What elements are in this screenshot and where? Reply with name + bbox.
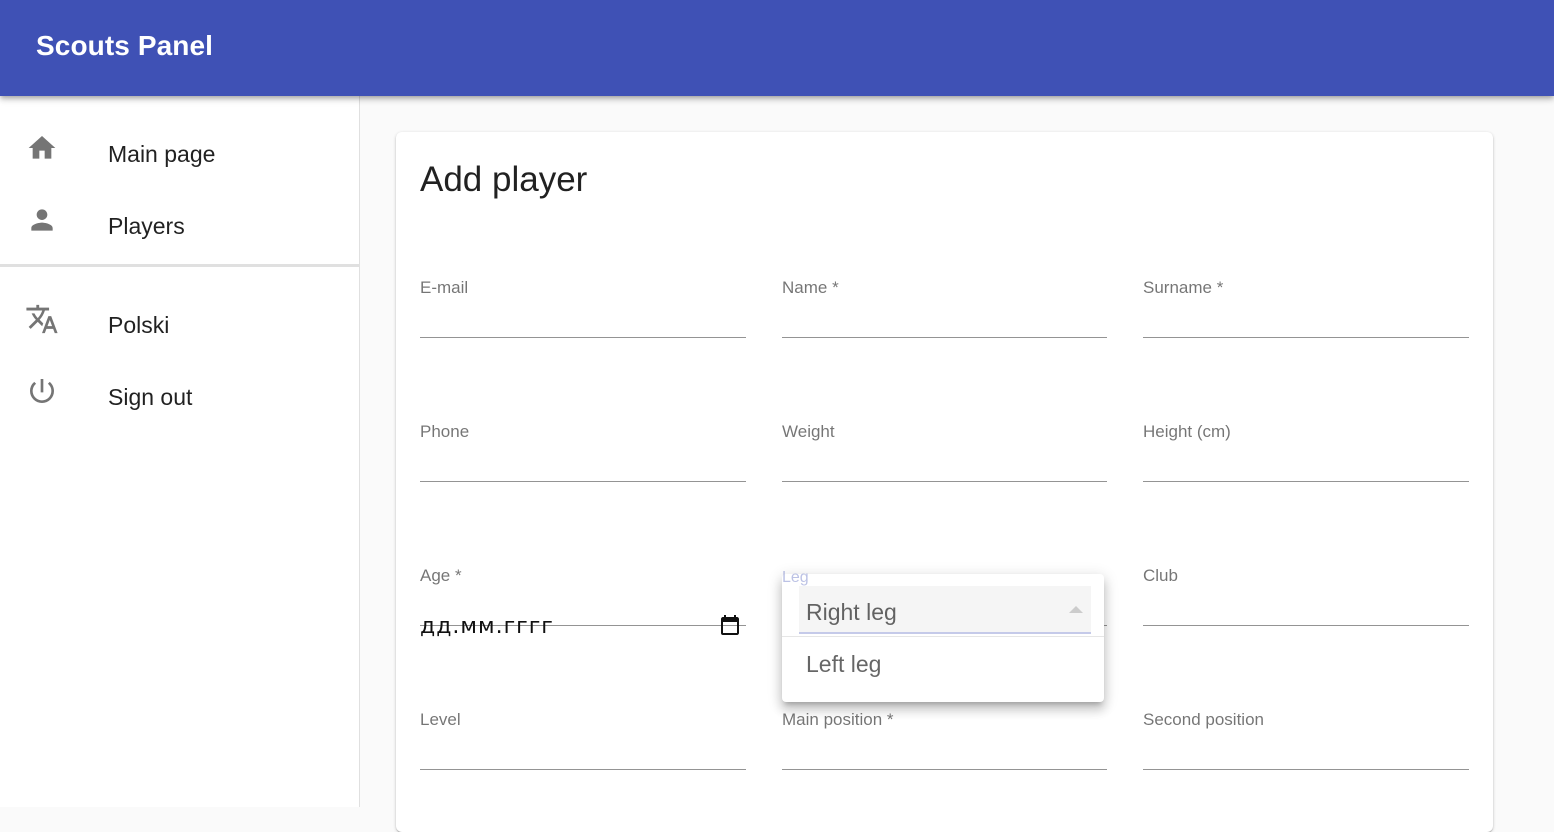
phone-field: Phone [420,422,746,492]
height-field: Height (cm) [1143,422,1469,492]
sidebar-item-language[interactable]: Polski [0,279,359,351]
field-label: Weight [782,422,835,441]
sidebar-item-label: Polski [108,312,170,338]
sidebar-item-sign-out[interactable]: Sign out [0,351,359,423]
sidebar: Main page Players Polski Sign out [0,96,360,807]
email-field: E-mail [420,278,746,348]
chevron-up-icon [1069,606,1083,613]
field-label: Name * [782,278,839,297]
age-field: Age * дд.мм.гггг [420,566,746,639]
leg-dropdown-menu: Right leg Left leg [782,574,1104,702]
email-input[interactable] [420,300,746,338]
option-label: Right leg [806,599,897,625]
main-position-input[interactable] [782,732,1107,770]
date-placeholder: дд.мм.гггг [420,614,554,639]
sidebar-item-label: Main page [108,141,216,167]
home-icon [24,130,60,166]
field-label: Main position * [782,710,894,729]
surname-input[interactable] [1143,300,1469,338]
age-date-input[interactable]: дд.мм.гггг [420,588,746,639]
level-input[interactable] [420,732,746,770]
app-title: Scouts Panel [36,30,214,61]
name-field: Name * [782,278,1107,348]
surname-field: Surname * [1143,278,1469,348]
leg-field-label: Leg [782,569,809,586]
sidebar-item-label: Players [108,213,185,239]
main-position-field: Main position * [782,710,1107,780]
app-bar: Scouts Panel [0,0,1554,96]
second-position-input[interactable] [1143,732,1469,770]
field-label: Club [1143,566,1178,585]
weight-input[interactable] [782,444,1107,482]
name-input[interactable] [782,300,1107,338]
field-label: Surname * [1143,278,1224,297]
sidebar-item-main-page[interactable]: Main page [0,108,359,180]
club-input[interactable] [1143,588,1469,626]
sidebar-divider [0,264,359,267]
page-title: Add player [420,160,588,199]
calendar-icon[interactable] [718,613,742,637]
leg-option[interactable]: Left leg [782,638,1104,694]
second-position-field: Second position [1143,710,1469,780]
weight-field: Weight [782,422,1107,492]
sidebar-item-players[interactable]: Players [0,180,359,252]
person-icon [24,202,60,238]
field-label: E-mail [420,278,469,297]
field-label: Phone [420,422,470,441]
translate-icon [24,301,60,337]
level-field: Level [420,710,746,780]
field-label: Second position [1143,710,1264,729]
field-label: Level [420,710,461,729]
field-label: Age * [420,566,462,585]
sidebar-item-label: Sign out [108,384,193,410]
height-input[interactable] [1143,444,1469,482]
add-player-card: Add player E-mail Name * Surname * Phone… [396,132,1493,832]
field-label: Height (cm) [1143,422,1231,441]
menu-divider [782,636,1104,637]
power-icon [24,373,60,409]
option-label: Left leg [806,651,882,677]
club-field: Club [1143,566,1469,636]
phone-input[interactable] [420,444,746,482]
leg-option-selected[interactable]: Right leg [799,586,1091,634]
